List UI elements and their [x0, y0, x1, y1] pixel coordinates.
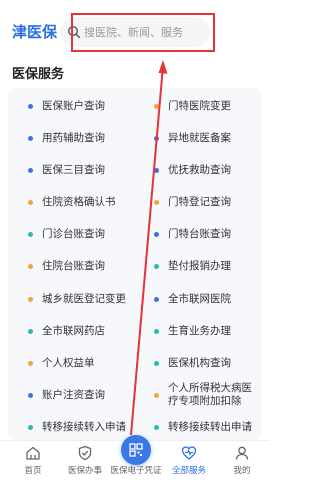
user-icon	[235, 446, 249, 460]
service-item[interactable]: 账户注资查询	[28, 381, 140, 409]
service-label: 转移接续转出申请	[168, 420, 252, 433]
service-dot	[154, 328, 159, 334]
service-item[interactable]: 医保机构查询	[154, 349, 258, 377]
service-dot	[154, 263, 159, 269]
service-dot	[28, 199, 33, 205]
service-item[interactable]: 门特登记查询	[154, 188, 258, 216]
search-bar[interactable]: 搜医院、新闻、服务	[60, 17, 210, 47]
service-dot	[154, 135, 159, 141]
service-item[interactable]: 住院资格确认书	[28, 188, 140, 216]
service-item[interactable]: 转移接续转出申请	[154, 413, 258, 440]
service-dot	[28, 424, 33, 430]
service-dot	[154, 296, 159, 302]
qr-code-button[interactable]	[121, 435, 151, 465]
service-dot	[28, 231, 33, 237]
service-dot	[154, 199, 159, 205]
service-label: 医保账户查询	[42, 99, 105, 112]
service-dot	[28, 103, 33, 109]
service-item[interactable]: 优抚救助查询	[154, 156, 258, 184]
service-item[interactable]: 异地就医备案	[154, 124, 258, 152]
service-label: 垫付报销办理	[168, 259, 231, 272]
service-dot	[154, 392, 159, 398]
service-item[interactable]: 全市联网药店	[28, 317, 140, 345]
service-item[interactable]: 医保三目查询	[28, 156, 140, 184]
service-item[interactable]: 门特台账查询	[154, 220, 258, 248]
home-icon	[26, 446, 40, 460]
heart-pulse-icon	[181, 446, 197, 460]
service-label: 个人权益单	[42, 356, 95, 369]
service-item[interactable]: 门特医院变更	[154, 92, 258, 120]
service-dot	[28, 167, 33, 173]
section-title: 医保服务	[12, 67, 65, 82]
shield-check-icon	[78, 445, 92, 461]
service-dot	[154, 360, 159, 366]
tab-label: 医保电子凭证	[110, 466, 162, 476]
service-item[interactable]: 个人权益单	[28, 349, 140, 377]
service-label: 医保机构查询	[168, 356, 231, 369]
service-dot	[154, 231, 159, 237]
tab-e-voucher[interactable]: 医保电子凭证	[108, 435, 164, 479]
service-label: 转移接续转入申请	[42, 420, 126, 433]
tab-all-services[interactable]: 全部服务	[162, 445, 216, 479]
service-label: 账户注资查询	[42, 388, 105, 401]
app-logo: 津医保	[12, 23, 58, 41]
service-label: 全市联网医院	[168, 292, 231, 305]
app-header: 津医保 搜医院、新闻、服务	[0, 0, 270, 60]
service-dot	[28, 328, 33, 334]
search-placeholder: 搜医院、新闻、服务	[84, 26, 183, 39]
bottom-tab-bar: 首页 医保办事 医保电子凭证 全部服务 我的	[0, 435, 270, 480]
qr-code-icon	[129, 443, 143, 457]
service-item[interactable]: 城乡就医登记变更	[28, 285, 140, 313]
service-item[interactable]: 转移接续转入申请	[28, 413, 140, 440]
service-item[interactable]: 用药辅助查询	[28, 124, 140, 152]
service-item[interactable]: 医保账户查询	[28, 92, 140, 120]
service-dot	[28, 360, 33, 366]
service-label: 医保三目查询	[42, 163, 105, 176]
service-label: 异地就医备案	[168, 131, 231, 144]
service-dot	[28, 296, 33, 302]
service-item[interactable]: 生育业务办理	[154, 317, 258, 345]
search-icon	[67, 25, 81, 39]
tab-medical-affairs[interactable]: 医保办事	[58, 445, 112, 479]
service-label: 住院台账查询	[42, 259, 105, 272]
service-label: 住院资格确认书	[42, 195, 116, 208]
service-label: 城乡就医登记变更	[42, 292, 126, 305]
service-dot	[154, 167, 159, 173]
service-dot	[28, 263, 33, 269]
service-label: 门特登记查询	[168, 195, 231, 208]
service-dot	[28, 135, 33, 141]
service-label: 用药辅助查询	[42, 131, 105, 144]
service-dot	[154, 103, 159, 109]
service-label: 全市联网药店	[42, 324, 105, 337]
tab-profile[interactable]: 我的	[215, 445, 269, 479]
services-card: 医保账户查询 用药辅助查询 医保三目查询 住院资格确认书 门诊台账查询 住院台账查询城乡就…	[8, 88, 262, 440]
service-dot	[28, 392, 33, 398]
service-item[interactable]: 个人所得税大病医疗专项附加扣除	[154, 381, 258, 409]
service-label: 门特医院变更	[168, 99, 231, 112]
service-label: 个人所得税大病医疗专项附加扣除	[168, 382, 252, 407]
service-item[interactable]: 全市联网医院	[154, 285, 258, 313]
tab-label: 医保办事	[67, 466, 102, 476]
service-label: 门诊台账查询	[42, 227, 105, 240]
tab-label: 首页	[24, 466, 42, 476]
tab-label: 全部服务	[171, 466, 206, 476]
service-item[interactable]: 住院台账查询	[28, 252, 140, 280]
tab-label: 我的	[233, 466, 251, 476]
service-label: 优抚救助查询	[168, 163, 231, 176]
service-item[interactable]: 垫付报销办理	[154, 252, 258, 280]
service-label: 生育业务办理	[168, 324, 231, 337]
tab-home[interactable]: 首页	[6, 445, 60, 479]
service-item[interactable]: 门诊台账查询	[28, 220, 140, 248]
service-label: 门特台账查询	[168, 227, 231, 240]
service-dot	[154, 424, 159, 430]
